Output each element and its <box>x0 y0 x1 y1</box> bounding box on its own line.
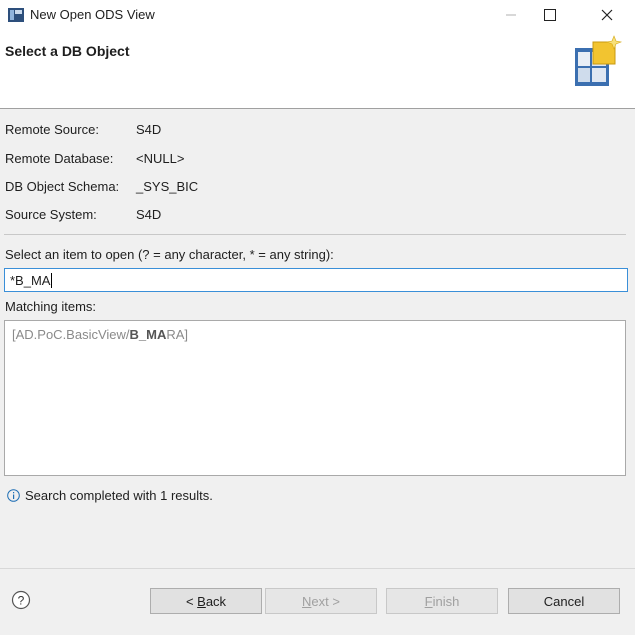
close-button[interactable] <box>584 0 630 30</box>
search-label: Select an item to open (? = any characte… <box>5 247 334 262</box>
search-input[interactable]: *B_MA <box>4 268 628 292</box>
finish-button[interactable]: Finish <box>386 588 498 614</box>
cancel-button[interactable]: Cancel <box>508 588 620 614</box>
details-separator <box>4 234 626 235</box>
page-title: Select a DB Object <box>5 43 130 59</box>
db-object-schema-value: _SYS_BIC <box>136 179 199 194</box>
next-button-mnemonic: N <box>302 593 312 609</box>
svg-text:?: ? <box>18 594 25 608</box>
status-text: Search completed with 1 results. <box>25 488 213 503</box>
window-title: New Open ODS View <box>30 7 155 22</box>
text-caret <box>51 272 53 288</box>
maximize-button[interactable] <box>527 0 573 30</box>
remote-database-value: <NULL> <box>136 151 185 166</box>
matching-items-label: Matching items: <box>5 299 97 314</box>
matching-items-list[interactable]: [AD.PoC.BasicView/B_MARA] <box>4 320 626 476</box>
next-button[interactable]: Next > <box>265 588 377 614</box>
footer-separator <box>0 568 635 569</box>
next-button-post: ext > <box>311 593 340 609</box>
window-titlebar: New Open ODS View <box>0 0 635 30</box>
back-button-post: ack <box>205 593 227 609</box>
db-object-schema-label: DB Object Schema: <box>5 179 120 194</box>
remote-source-label: Remote Source: <box>5 122 99 137</box>
minimize-icon <box>506 14 516 16</box>
app-icon <box>8 8 24 22</box>
status-message: Search completed with 1 results. <box>7 488 213 503</box>
back-button[interactable]: < Back <box>150 588 262 614</box>
list-item-prefix: [AD.PoC.BasicView/ <box>12 327 130 342</box>
maximize-icon <box>544 9 556 21</box>
search-input-value: *B_MA <box>10 272 51 288</box>
wizard-header: Select a DB Object <box>0 30 635 109</box>
back-button-mnemonic: B <box>197 593 206 609</box>
wizard-banner-icon <box>575 35 623 86</box>
finish-button-mnemonic: F <box>424 593 433 609</box>
close-icon <box>601 9 613 21</box>
remote-source-value: S4D <box>136 122 162 137</box>
source-system-label: Source System: <box>5 207 97 222</box>
source-system-value: S4D <box>136 207 162 222</box>
finish-button-post: inish <box>432 593 460 609</box>
list-item-match: B_MA <box>129 327 167 342</box>
back-button-pre: < <box>185 593 198 609</box>
list-item[interactable]: [AD.PoC.BasicView/B_MARA] <box>12 327 188 342</box>
list-item-suffix: RA] <box>166 327 189 342</box>
help-icon[interactable]: ? <box>11 590 31 610</box>
info-icon <box>7 489 20 502</box>
remote-database-label: Remote Database: <box>5 151 114 166</box>
